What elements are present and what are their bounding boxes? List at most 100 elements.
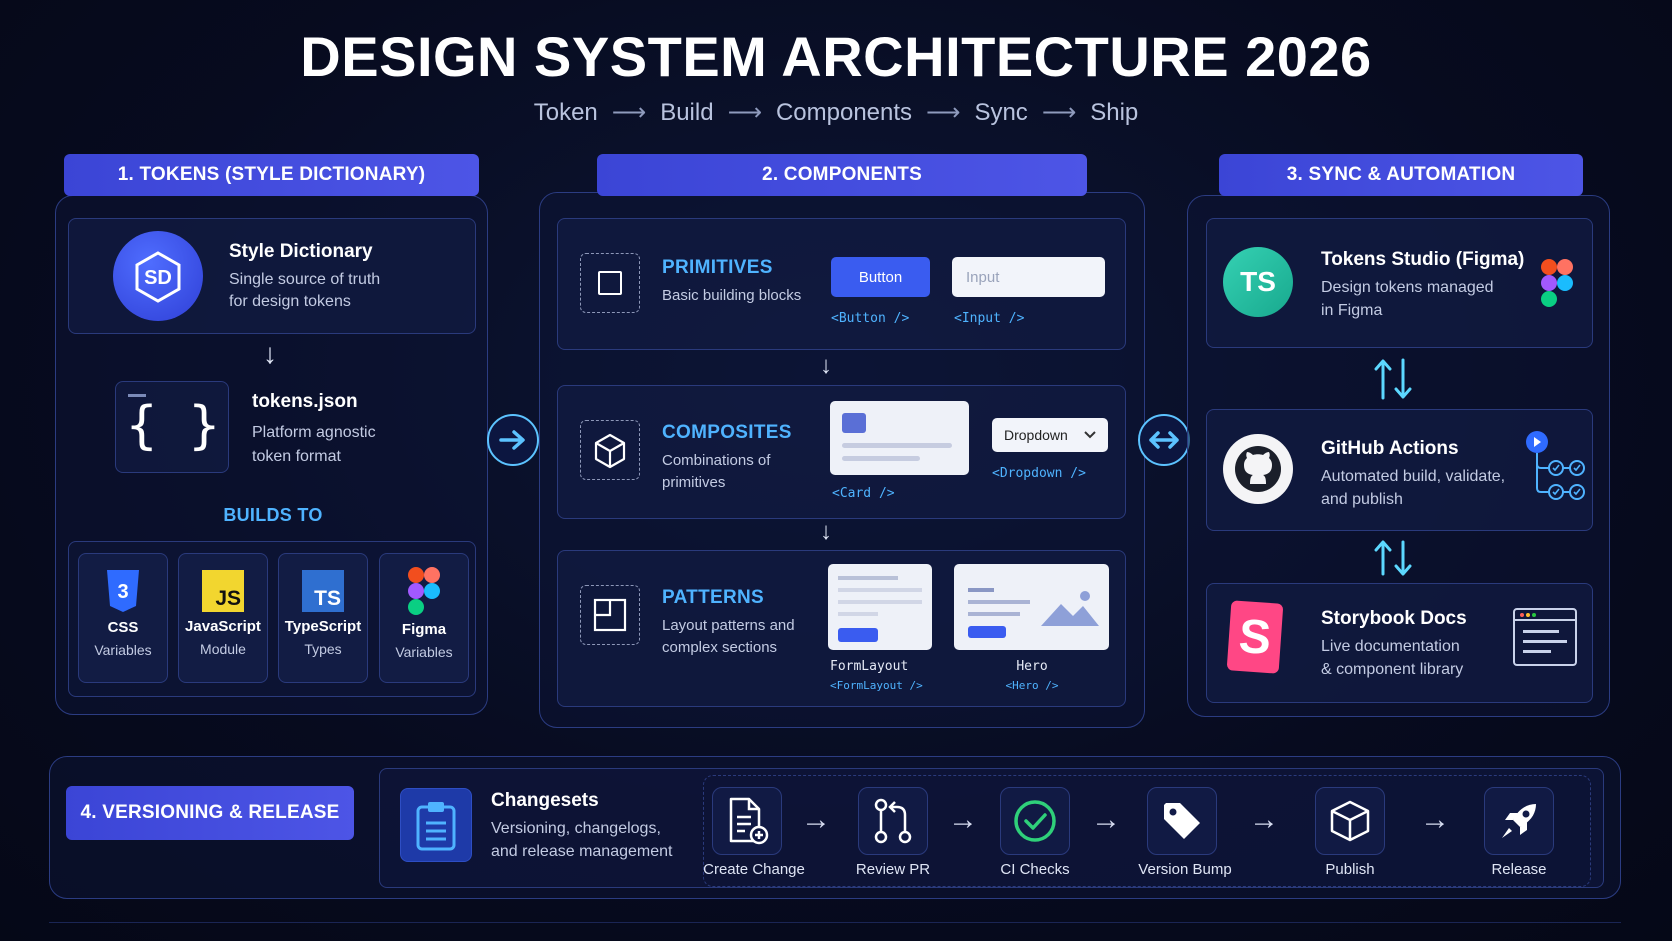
style-dictionary-logo: SD: [113, 231, 203, 321]
pipeline-step: Build: [660, 99, 714, 126]
patterns-desc: Layout patterns and: [662, 617, 795, 634]
footer-divider: [49, 922, 1621, 923]
step-label: Version Bump: [1138, 861, 1232, 878]
arrow-right-connector-icon: [487, 414, 539, 466]
button-tag: <Button />: [831, 311, 910, 326]
arrow-right-icon: ⟶: [1041, 99, 1077, 126]
step-label: Publish: [1325, 861, 1375, 878]
arrow-right-icon: ⟶: [611, 99, 647, 126]
output-name: JavaScript: [185, 618, 261, 635]
hero-tag: <Hero />: [1005, 679, 1059, 692]
check-circle-icon: [1000, 787, 1070, 855]
arrow-down-icon: ↓: [263, 338, 277, 369]
arrow-right-icon: →: [801, 803, 831, 836]
storybook-title: Storybook Docs: [1321, 608, 1467, 629]
storybook-desc: & component library: [1321, 661, 1464, 678]
pipeline-subtitle: Token ⟶ Build ⟶ Components ⟶ Sync ⟶ Ship: [0, 98, 1672, 127]
typescript-types-tile: TS TypeScript Types: [278, 553, 368, 683]
image-icon: [842, 413, 866, 433]
output-sub: Variables: [395, 644, 453, 660]
tokens-studio-desc: in Figma: [1321, 302, 1383, 319]
dropdown-tag: <Dropdown />: [992, 466, 1086, 481]
output-sub: Module: [200, 641, 246, 657]
github-actions-desc: and publish: [1321, 491, 1403, 508]
docs-window-icon: [1513, 608, 1577, 666]
output-sub: Variables: [94, 642, 152, 658]
card-preview: [830, 401, 969, 475]
output-name: TypeScript: [284, 618, 362, 635]
output-name: CSS: [107, 619, 139, 636]
pipeline-step: Sync: [974, 99, 1028, 126]
style-dictionary-title: Style Dictionary: [229, 241, 373, 262]
github-actions-card: GitHub Actions Automated build, validate…: [1206, 409, 1593, 531]
sync-arrows-icon: [1370, 356, 1416, 402]
patterns-card: PATTERNS Layout patterns and complex sec…: [557, 550, 1126, 707]
card-tag: <Card />: [832, 486, 895, 501]
tokens-studio-title: Tokens Studio (Figma): [1321, 249, 1525, 270]
arrow-down-icon: ↓: [820, 518, 832, 545]
changesets-title: Changesets: [491, 790, 599, 811]
primitives-desc: Basic building blocks: [662, 287, 802, 304]
landscape-icon: [1041, 591, 1099, 626]
javascript-module-tile: JS JavaScript Module: [178, 553, 268, 683]
components-section-header: 2. COMPONENTS: [597, 154, 1087, 196]
style-dictionary-card: SD Style Dictionary Single source of tru…: [68, 218, 476, 334]
square-icon: [580, 253, 640, 313]
svg-text:SD: SD: [144, 267, 172, 289]
step-label: Create Change: [703, 861, 805, 878]
pipeline-step: Components: [775, 99, 913, 126]
json-braces-icon: { }: [115, 381, 229, 473]
sample-dropdown[interactable]: Dropdown: [992, 418, 1108, 452]
sample-button[interactable]: Button: [831, 257, 930, 297]
github-logo: [1223, 434, 1293, 504]
step-label: Release: [1491, 861, 1547, 878]
changesets-desc: Versioning, changelogs,: [491, 820, 661, 837]
github-actions-title: GitHub Actions: [1321, 438, 1459, 459]
composites-title: COMPOSITES: [662, 422, 792, 443]
js-icon: JS: [202, 570, 244, 612]
input-tag: <Input />: [954, 311, 1025, 326]
dropdown-label: Dropdown: [1004, 427, 1068, 443]
pipeline-step: Token: [533, 99, 598, 126]
output-sub: Types: [304, 641, 342, 657]
tokens-json-desc: Platform agnostic: [252, 424, 376, 441]
sync-arrows-icon: [1370, 538, 1416, 578]
package-icon: [1315, 787, 1385, 855]
patterns-title: PATTERNS: [662, 587, 764, 608]
ts-icon: TS: [302, 570, 344, 612]
arrow-right-icon: →: [1420, 803, 1450, 836]
arrow-right-icon: ⟶: [926, 99, 961, 126]
tokens-studio-desc: Design tokens managed: [1321, 279, 1494, 296]
sd-hex-icon: SD: [135, 251, 181, 303]
svg-text:3: 3: [117, 581, 128, 603]
css-icon: 3: [107, 570, 139, 612]
versioning-section-header: 4. VERSIONING & RELEASE: [66, 786, 354, 840]
step-label: Review PR: [855, 861, 931, 878]
arrow-down-icon: ↓: [820, 352, 832, 379]
hero-preview: [954, 564, 1109, 650]
storybook-card: S Storybook Docs Live documentation & co…: [1206, 583, 1593, 703]
github-actions-desc: Automated build, validate,: [1321, 468, 1506, 485]
style-dictionary-desc: Single source of truth: [229, 271, 381, 288]
pipeline-step: Ship: [1090, 99, 1139, 126]
layout-icon: [580, 585, 640, 645]
rocket-icon: [1484, 787, 1554, 855]
figma-icon: [408, 567, 440, 615]
pull-request-icon: [858, 787, 928, 855]
arrow-right-icon: →: [1249, 803, 1279, 836]
css-variables-tile: 3 CSS Variables: [78, 553, 168, 683]
step-label: CI Checks: [1000, 861, 1070, 878]
patterns-desc: complex sections: [662, 639, 778, 656]
page-title: DESIGN SYSTEM ARCHITECTURE 2026: [300, 25, 1372, 88]
sample-input[interactable]: Input: [952, 257, 1105, 297]
tokens-studio-card: TS Tokens Studio (Figma) Design tokens m…: [1206, 218, 1593, 348]
formlayout-preview: [828, 564, 932, 650]
arrow-right-icon: →: [948, 803, 978, 836]
chevron-down-icon: [1084, 431, 1096, 439]
formlayout-name: FormLayout: [830, 659, 909, 674]
changesets-desc: and release management: [491, 843, 673, 860]
arrow-right-icon: ⟶: [727, 99, 762, 126]
composites-card: COMPOSITES Combinations of primitives <C…: [557, 385, 1126, 519]
output-name: Figma: [401, 621, 447, 638]
tokens-json-title: tokens.json: [252, 391, 358, 412]
